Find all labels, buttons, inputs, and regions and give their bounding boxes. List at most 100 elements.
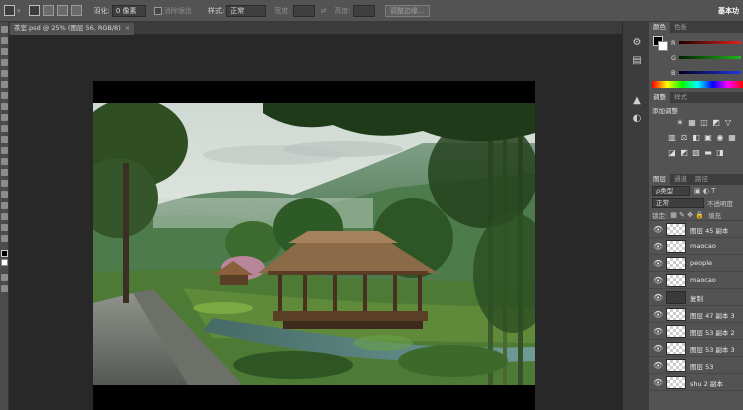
invert-icon[interactable]: ◪ — [667, 148, 677, 157]
red-slider-bar[interactable] — [679, 41, 741, 44]
properties-panel-icon[interactable]: ▤ — [630, 54, 644, 67]
healing-tool-icon[interactable] — [1, 92, 8, 99]
tab-channels[interactable]: 通道 — [670, 174, 691, 185]
color-lookup-icon[interactable]: ▦ — [727, 133, 737, 142]
crop-tool-icon[interactable] — [1, 70, 8, 77]
history-panel-icon[interactable]: ⚙ — [630, 36, 644, 49]
blend-mode-select[interactable]: 正常 — [652, 198, 704, 208]
eyedropper-tool-icon[interactable] — [1, 81, 8, 88]
layer-row[interactable]: 👁 复制 — [649, 289, 743, 306]
color-spectrum-ramp[interactable] — [652, 81, 743, 88]
black-white-icon[interactable]: ◧ — [691, 133, 701, 142]
layer-row[interactable]: 👁 图层 47 副本 3 — [649, 306, 743, 323]
document-tab[interactable]: 茶室.psd @ 25% (图层 56, RGB/8) × — [10, 23, 134, 35]
lock-icons[interactable]: ▦ ✎ ✥ 🔒 — [670, 211, 704, 219]
eye-icon[interactable]: 👁 — [653, 259, 663, 268]
tool-preset-picker[interactable]: ▾ — [4, 4, 21, 18]
layer-row[interactable]: 👁 maocao — [649, 238, 743, 255]
layer-row[interactable]: 👁 maocao — [649, 272, 743, 289]
posterize-icon[interactable]: ◩ — [679, 148, 689, 157]
move-tool-icon[interactable] — [1, 26, 8, 33]
history-brush-tool-icon[interactable] — [1, 125, 8, 132]
layer-row[interactable]: 👁 shu 2 副本 — [649, 374, 743, 391]
filter-icons[interactable]: ▣ ◐ T — [694, 187, 715, 195]
eye-icon[interactable]: 👁 — [653, 276, 663, 285]
quick-mask-icon[interactable] — [1, 274, 8, 281]
info-panel-icon[interactable]: ◐ — [630, 112, 644, 125]
brightness-icon[interactable]: ☀ — [675, 118, 685, 127]
layer-row[interactable]: 👁 图层 45 副本 — [649, 221, 743, 238]
curves-icon[interactable]: ◫ — [699, 118, 709, 127]
gradient-map-icon[interactable]: ▬ — [703, 148, 713, 157]
brush-tool-icon[interactable] — [1, 103, 8, 110]
eraser-tool-icon[interactable] — [1, 136, 8, 143]
eye-icon[interactable]: 👁 — [653, 344, 663, 353]
eye-icon[interactable]: 👁 — [653, 225, 663, 234]
layer-row[interactable]: 👁 图层 53 副本 3 — [649, 340, 743, 357]
vibrance-icon[interactable]: ▽ — [723, 118, 733, 127]
layer-row[interactable]: 👁 图层 53 副本 2 — [649, 323, 743, 340]
path-select-tool-icon[interactable] — [1, 202, 8, 209]
tab-color[interactable]: 颜色 — [649, 22, 670, 33]
tab-swatches[interactable]: 色板 — [670, 22, 691, 33]
type-tool-icon[interactable] — [1, 191, 8, 198]
refine-edge-button[interactable]: 调整边缘... — [384, 4, 430, 17]
dodge-tool-icon[interactable] — [1, 169, 8, 176]
channel-mixer-icon[interactable]: ◉ — [715, 133, 725, 142]
eye-icon[interactable]: 👁 — [653, 378, 663, 387]
exposure-icon[interactable]: ◩ — [711, 118, 721, 127]
screen-mode-icon[interactable] — [1, 285, 8, 292]
pen-tool-icon[interactable] — [1, 180, 8, 187]
width-input[interactable] — [292, 4, 315, 17]
levels-icon[interactable]: ▦ — [687, 118, 697, 127]
layer-row[interactable]: 👁 图层 53 — [649, 357, 743, 374]
workspace-switcher[interactable]: 基本功 — [718, 4, 739, 18]
hand-tool-icon[interactable] — [1, 224, 8, 231]
tab-layers[interactable]: 图层 — [649, 174, 670, 185]
swap-icon[interactable]: ⇄ — [321, 4, 327, 18]
canvas-area[interactable] — [9, 35, 622, 410]
quick-select-tool-icon[interactable] — [1, 59, 8, 66]
intersect-selection-icon[interactable] — [70, 5, 82, 16]
layer-filter-select[interactable]: ρ类型 — [652, 186, 690, 196]
green-slider-bar[interactable] — [679, 56, 741, 59]
green-slider[interactable]: G — [667, 52, 743, 62]
shape-tool-icon[interactable] — [1, 213, 8, 220]
blur-tool-icon[interactable] — [1, 158, 8, 165]
antialias-group[interactable]: 消除锯齿 — [153, 4, 192, 18]
lasso-tool-icon[interactable] — [1, 48, 8, 55]
add-selection-icon[interactable] — [42, 5, 54, 16]
background-color-swatch[interactable] — [1, 259, 8, 266]
marquee-tool-icon[interactable] — [1, 37, 8, 44]
stamp-tool-icon[interactable] — [1, 114, 8, 121]
actions-panel-icon[interactable]: ▲ — [630, 94, 644, 107]
hue-saturation-icon[interactable]: ▥ — [667, 133, 677, 142]
close-icon[interactable]: × — [125, 24, 130, 32]
foreground-color-swatch[interactable] — [1, 250, 8, 257]
eye-icon[interactable]: 👁 — [653, 242, 663, 251]
feather-input[interactable]: 0 像素 — [111, 4, 146, 17]
color-balance-icon[interactable]: ⚖ — [679, 133, 689, 142]
style-select[interactable]: 正常 — [226, 4, 267, 17]
eye-icon[interactable]: 👁 — [653, 310, 663, 319]
red-slider[interactable]: R — [667, 37, 743, 47]
new-selection-icon[interactable] — [28, 5, 40, 16]
photo-filter-icon[interactable]: ▣ — [703, 133, 713, 142]
tab-adjustments[interactable]: 调整 — [649, 92, 670, 103]
subtract-selection-icon[interactable] — [56, 5, 68, 16]
blue-slider[interactable]: B — [667, 67, 743, 77]
eye-icon[interactable]: 👁 — [653, 327, 663, 336]
threshold-icon[interactable]: ▧ — [691, 148, 701, 157]
document-canvas[interactable] — [93, 81, 535, 410]
layer-row[interactable]: 👁 people — [649, 255, 743, 272]
tab-paths[interactable]: 路径 — [691, 174, 712, 185]
selective-color-icon[interactable]: ◨ — [715, 148, 725, 157]
zoom-tool-icon[interactable] — [1, 235, 8, 242]
antialias-checkbox[interactable] — [153, 6, 162, 15]
blue-slider-bar[interactable] — [679, 71, 741, 74]
tab-styles[interactable]: 样式 — [670, 92, 691, 103]
gradient-tool-icon[interactable] — [1, 147, 8, 154]
eye-icon[interactable]: 👁 — [653, 293, 663, 302]
eye-icon[interactable]: 👁 — [653, 361, 663, 370]
height-input[interactable] — [352, 4, 375, 17]
